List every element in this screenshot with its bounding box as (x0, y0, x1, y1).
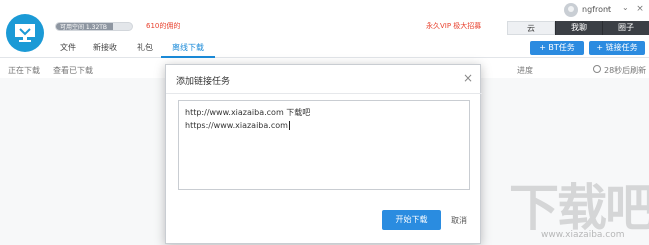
minimize-icon[interactable]: – (602, 3, 614, 15)
link-line: http://www.xiazaiba.com 下载吧 (185, 108, 311, 117)
vip-link[interactable]: 永久VIP 极大招募 (426, 21, 481, 31)
add-link-dialog: 添加链接任务 × http://www.xiazaiba.com 下载吧 htt… (165, 64, 482, 244)
storage-text: 可用空间 1.32TB (60, 24, 108, 31)
watermark: 下载吧 www.xiazaiba.com (505, 168, 649, 245)
active-tab-indicator (161, 56, 215, 58)
dialog-title: 添加链接任务 (176, 77, 231, 87)
refresh-countdown: 28秒后刷新 (604, 66, 647, 75)
link-line: https://www.xiazaiba.com (185, 121, 288, 130)
storage-link[interactable]: 610的佣的 (146, 21, 180, 31)
downloaded-tab[interactable]: 查看已下载 (53, 65, 93, 76)
add-link-task-button[interactable]: + 链接任务 (589, 41, 645, 55)
dialog-divider (166, 93, 482, 94)
storage-bar: 可用空间 1.32TB (55, 22, 133, 31)
chevron-down-icon[interactable]: ⌄ (622, 3, 629, 12)
link-line-with-cursor: https://www.xiazaiba.com (185, 119, 463, 132)
progress-header: 进度 (517, 66, 533, 75)
start-download-button[interactable]: 开始下载 (382, 210, 441, 230)
add-bt-task-button[interactable]: + BT任务 (530, 41, 584, 55)
avatar[interactable] (564, 3, 578, 17)
tab-chat[interactable]: 我聊 (555, 21, 602, 35)
cancel-button[interactable]: 取消 (451, 215, 467, 226)
tab-gifts[interactable]: 礼包 (137, 42, 153, 53)
refresh-icon[interactable] (593, 65, 601, 73)
text-cursor (288, 121, 290, 130)
tab-received[interactable]: 新接收 (93, 42, 117, 53)
link-input[interactable]: http://www.xiazaiba.com 下载吧 https://www.… (178, 100, 470, 190)
watermark-url: www.xiazaiba.com (541, 230, 625, 240)
tab-files[interactable]: 文件 (60, 42, 76, 53)
tab-cloud[interactable]: 云 (507, 21, 555, 35)
tab-circle[interactable]: 圈子 (602, 21, 649, 35)
top-tabs: 云 我聊 圈子 (507, 21, 649, 35)
close-icon[interactable]: × (462, 72, 474, 84)
tab-offline-download[interactable]: 离线下载 (172, 42, 204, 53)
close-window-icon[interactable]: × (634, 3, 646, 15)
downloading-tab[interactable]: 正在下载 (8, 65, 40, 76)
